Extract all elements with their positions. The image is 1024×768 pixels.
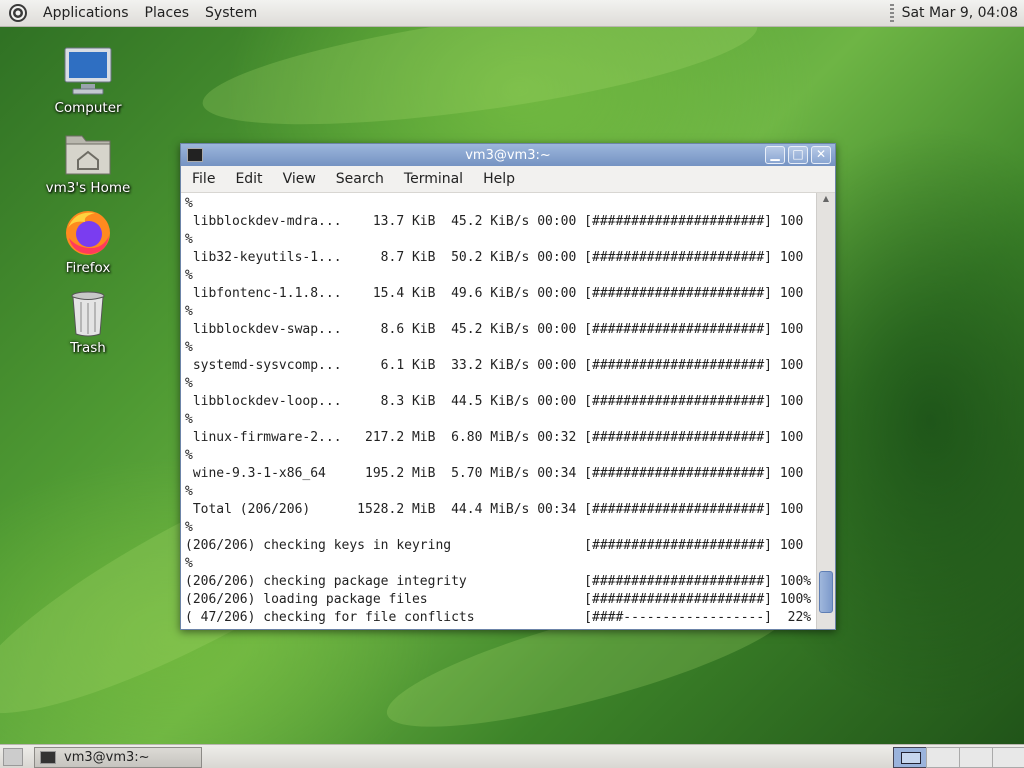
desktop-icon-label: vm3's Home — [45, 180, 131, 196]
workspace-3[interactable] — [959, 747, 994, 768]
desktop-icon-label: Computer — [54, 100, 122, 116]
taskbar-item-label: vm3@vm3:~ — [64, 750, 150, 765]
workspace-1[interactable] — [893, 747, 928, 768]
desktop-icon-label: Firefox — [65, 260, 111, 276]
search-menu[interactable]: Search — [325, 171, 393, 187]
computer-icon — [64, 47, 112, 95]
bottom-panel: vm3@vm3:~ — [0, 744, 1024, 768]
top-panel: Applications Places System Sat Mar 9, 04… — [0, 0, 1024, 27]
home-folder-icon — [65, 135, 111, 175]
desktop-icon-computer[interactable]: Computer — [38, 46, 138, 116]
taskbar-item-terminal[interactable]: vm3@vm3:~ — [34, 747, 202, 768]
help-menu[interactable]: Help — [472, 171, 524, 187]
view-menu[interactable]: View — [272, 171, 325, 187]
edit-menu[interactable]: Edit — [224, 171, 271, 187]
firefox-icon — [66, 211, 110, 255]
terminal-window[interactable]: vm3@vm3:~ ▁ □ ✕ File Edit View Search Te… — [180, 143, 836, 630]
terminal-icon — [40, 751, 56, 764]
panel-grip[interactable] — [889, 4, 894, 22]
close-button[interactable]: ✕ — [811, 146, 831, 164]
scroll-up-arrow[interactable]: ▲ — [817, 193, 835, 205]
distro-logo-icon[interactable] — [8, 3, 28, 23]
places-menu[interactable]: Places — [137, 5, 198, 21]
desktop-icon-label: Trash — [70, 340, 106, 356]
terminal-menu[interactable]: Terminal — [393, 171, 472, 187]
applications-menu[interactable]: Applications — [35, 5, 137, 21]
scrollbar-thumb[interactable] — [819, 571, 833, 613]
trash-icon — [71, 291, 105, 337]
file-menu[interactable]: File — [181, 171, 224, 187]
terminal-output[interactable]: % libblockdev-mdra... 13.7 KiB 45.2 KiB/… — [181, 193, 817, 629]
system-menu[interactable]: System — [197, 5, 265, 21]
terminal-scrollbar[interactable]: ▲ — [816, 193, 835, 629]
desktop-icon-home[interactable]: vm3's Home — [38, 128, 138, 196]
workspace-2[interactable] — [926, 747, 961, 768]
desktop-icon-firefox[interactable]: Firefox — [38, 208, 138, 276]
show-desktop-button[interactable] — [3, 748, 23, 766]
clock[interactable]: Sat Mar 9, 04:08 — [902, 5, 1018, 21]
minimize-button[interactable]: ▁ — [765, 146, 785, 164]
workspace-4[interactable] — [992, 747, 1024, 768]
maximize-button[interactable]: □ — [788, 146, 808, 164]
window-titlebar[interactable]: vm3@vm3:~ ▁ □ ✕ — [181, 144, 835, 166]
terminal-text: % libblockdev-mdra... 13.7 KiB 45.2 KiB/… — [185, 196, 812, 625]
window-title: vm3@vm3:~ — [465, 147, 551, 163]
window-menubar: File Edit View Search Terminal Help — [181, 166, 835, 193]
desktop-icon-trash[interactable]: Trash — [38, 288, 138, 356]
